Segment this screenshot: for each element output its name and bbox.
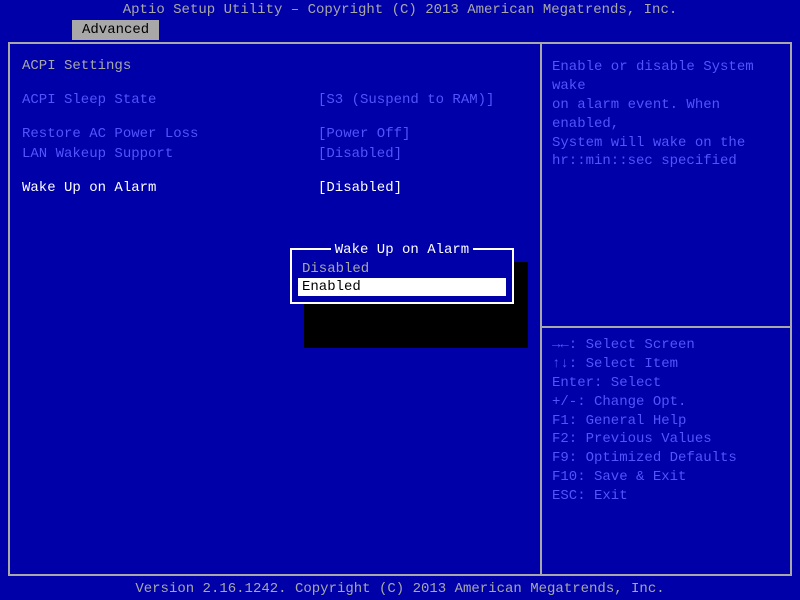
key-select-item: ↑↓: Select Item (552, 355, 780, 374)
title-bar: Aptio Setup Utility – Copyright (C) 2013… (0, 0, 800, 20)
setting-value: [S3 (Suspend to RAM)] (318, 92, 494, 108)
help-line: on alarm event. When enabled, (552, 96, 780, 134)
key-legend: →←: Select Screen ↑↓: Select Item Enter:… (552, 336, 780, 506)
key-f2: F2: Previous Values (552, 430, 780, 449)
section-heading: ACPI Settings (22, 58, 528, 74)
help-line: Enable or disable System wake (552, 58, 780, 96)
help-line: hr::min::sec specified (552, 152, 780, 171)
help-panel: Enable or disable System wake on alarm e… (542, 44, 790, 574)
setting-value: [Disabled] (318, 146, 402, 162)
setting-wake-up-on-alarm[interactable]: Wake Up on Alarm [Disabled] (22, 180, 528, 196)
setting-value: [Disabled] (318, 180, 402, 196)
help-line: System will wake on the (552, 134, 780, 153)
key-f1: F1: General Help (552, 412, 780, 431)
setting-label: Wake Up on Alarm (22, 180, 318, 196)
tab-row: Advanced (0, 20, 800, 42)
setting-restore-ac-power-loss[interactable]: Restore AC Power Loss [Power Off] (22, 126, 528, 142)
setting-label: ACPI Sleep State (22, 92, 318, 108)
key-change-opt: +/-: Change Opt. (552, 393, 780, 412)
setting-lan-wakeup-support[interactable]: LAN Wakeup Support [Disabled] (22, 146, 528, 162)
popup-title: Wake Up on Alarm (331, 242, 473, 258)
key-select-screen: →←: Select Screen (552, 336, 780, 355)
setting-value: [Power Off] (318, 126, 410, 142)
popup-option-enabled[interactable]: Enabled (298, 278, 506, 296)
key-f9: F9: Optimized Defaults (552, 449, 780, 468)
setting-label: LAN Wakeup Support (22, 146, 318, 162)
popup-option-disabled[interactable]: Disabled (298, 260, 506, 278)
help-text: Enable or disable System wake on alarm e… (552, 58, 780, 171)
setting-acpi-sleep-state[interactable]: ACPI Sleep State [S3 (Suspend to RAM)] (22, 92, 528, 108)
footer: Version 2.16.1242. Copyright (C) 2013 Am… (0, 581, 800, 597)
key-esc: ESC: Exit (552, 487, 780, 506)
popup-wake-up-on-alarm: Wake Up on Alarm Disabled Enabled (290, 248, 514, 304)
key-enter: Enter: Select (552, 374, 780, 393)
setting-label: Restore AC Power Loss (22, 126, 318, 142)
key-f10: F10: Save & Exit (552, 468, 780, 487)
tab-advanced[interactable]: Advanced (72, 20, 159, 40)
help-divider (542, 326, 790, 328)
